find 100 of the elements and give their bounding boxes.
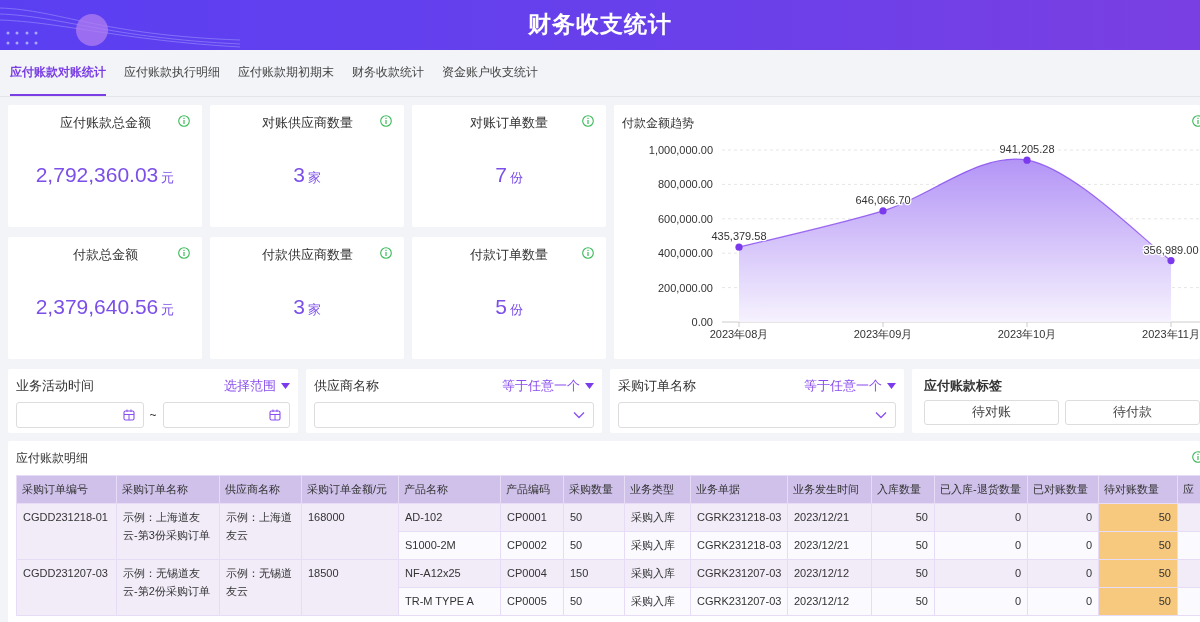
table-cell: 150 xyxy=(563,559,625,588)
date-field[interactable] xyxy=(16,401,144,428)
tab[interactable]: 应付账款对账统计 xyxy=(10,50,106,96)
range-separator: ~ xyxy=(149,406,157,424)
info-icon[interactable] xyxy=(582,247,594,259)
tab[interactable]: 财务收款统计 xyxy=(352,50,424,96)
filter-label: 供应商名称 xyxy=(314,378,379,395)
unit-label: 元 xyxy=(161,301,175,317)
table-cell: 采购入库 xyxy=(624,531,691,560)
table-cell: 50 xyxy=(1098,531,1178,560)
tag-button[interactable]: 待付款 xyxy=(1065,399,1200,425)
table-cell: 0 xyxy=(1027,531,1099,560)
table-cell: 50 xyxy=(1098,587,1178,616)
date-field[interactable] xyxy=(162,401,290,428)
stat-label: 付款供应商数量 xyxy=(261,247,353,264)
tab[interactable]: 应付账款期初期末 xyxy=(238,50,334,96)
data-point xyxy=(879,207,887,215)
axis-label: 400,000.00 xyxy=(657,247,713,260)
filter-label: 采购订单名称 xyxy=(618,378,696,395)
stat-label: 付款总金额 xyxy=(72,247,138,264)
column-header: 已对账数量 xyxy=(1027,475,1099,504)
table-cell: 50 xyxy=(563,503,625,532)
chevron-down-icon[interactable] xyxy=(573,410,585,419)
unit-label: 家 xyxy=(307,301,321,317)
table-cell: 2023/12/21 xyxy=(787,503,872,532)
table-cell: 0 xyxy=(1027,587,1099,616)
table-cell: CP0004 xyxy=(500,559,564,588)
mode-link[interactable]: 选择范围 xyxy=(224,377,276,396)
axis-label: 2023年08月 xyxy=(709,328,769,340)
info-icon[interactable] xyxy=(380,247,392,259)
caret-icon[interactable] xyxy=(281,383,290,390)
table-cell: 50 xyxy=(871,559,935,588)
table-cell: 0 xyxy=(934,531,1028,560)
table-cell: AD-102 xyxy=(398,503,501,532)
table-cell: CGRK231218-03 xyxy=(690,503,788,532)
stat-value: 3 xyxy=(293,162,305,186)
filter-label: 业务活动时间 xyxy=(16,378,94,395)
mode-link[interactable]: 等于任意一个 xyxy=(502,377,580,396)
stat-label: 应付账款总金额 xyxy=(59,115,151,132)
chevron-down-icon[interactable] xyxy=(875,410,887,419)
column-header: 采购数量 xyxy=(563,475,625,504)
select-field[interactable] xyxy=(314,401,594,428)
table-cell: CGDD231218-01 xyxy=(16,503,117,560)
column-header: 产品编码 xyxy=(500,475,564,504)
data-label: 941,205.28 xyxy=(999,143,1055,156)
column-header: 待对账数量 xyxy=(1098,475,1178,504)
info-icon[interactable] xyxy=(380,115,392,127)
table-cell: CGRK231218-03 xyxy=(690,531,788,560)
table-cell: 示例：上海道友云-第3份采购订单 xyxy=(116,503,220,560)
unit-label: 元 xyxy=(161,169,175,185)
table-cell: 示例：无锡道友云 xyxy=(219,559,302,616)
info-icon[interactable] xyxy=(178,247,190,259)
info-icon[interactable] xyxy=(178,115,190,127)
mode-link[interactable]: 等于任意一个 xyxy=(804,377,882,396)
axis-label: 2023年09月 xyxy=(853,328,913,340)
tab[interactable]: 资金账户收支统计 xyxy=(442,50,538,96)
table-cell: 2023/12/12 xyxy=(787,587,872,616)
axis-label: 600,000.00 xyxy=(657,212,713,225)
stat-value: 2,379,640.56 xyxy=(35,294,159,318)
unit-label: 份 xyxy=(509,169,523,185)
data-point xyxy=(1167,257,1175,265)
page-title: 财务收支统计 xyxy=(528,11,672,39)
stat-value: 7 xyxy=(495,162,507,186)
calendar-icon[interactable] xyxy=(122,408,135,421)
table-cell: NF-A12x25 xyxy=(398,559,501,588)
table-cell: S1000-2M xyxy=(398,531,501,560)
select-field[interactable] xyxy=(618,401,896,428)
table-cell: 0 xyxy=(1027,559,1099,588)
table-cell: CGRK231207-03 xyxy=(690,559,788,588)
table-cell: 0 xyxy=(934,587,1028,616)
table-title: 应付账款明细 xyxy=(16,450,88,467)
axis-label: 200,000.00 xyxy=(657,281,713,294)
table-cell: 50 xyxy=(563,531,625,560)
tab[interactable]: 应付账款执行明细 xyxy=(124,50,220,96)
table-cell: 50 xyxy=(1098,559,1178,588)
column-header: 入库数量 xyxy=(871,475,935,504)
axis-label: 2023年10月 xyxy=(997,328,1057,340)
caret-icon[interactable] xyxy=(887,383,896,390)
stat-label: 对账订单数量 xyxy=(470,115,548,132)
column-header: 采购订单名称 xyxy=(116,475,220,504)
unit-label: 家 xyxy=(307,169,321,185)
table-cell: CP0005 xyxy=(500,587,564,616)
table-cell: 0 xyxy=(934,503,1028,532)
axis-label: 800,000.00 xyxy=(657,178,713,191)
calendar-icon[interactable] xyxy=(269,408,281,421)
info-icon[interactable] xyxy=(582,115,594,127)
table-cell: TR-M TYPE A xyxy=(398,587,501,616)
table-cell: CGRK231207-03 xyxy=(690,587,788,616)
tag-button[interactable]: 待对账 xyxy=(924,399,1059,425)
table-cell: 示例：上海道友云 xyxy=(219,503,302,560)
column-header: 产品名称 xyxy=(398,475,501,504)
table-cell: 50 xyxy=(871,531,935,560)
stat-label: 对账供应商数量 xyxy=(261,115,353,132)
stat-value: 3 xyxy=(293,294,305,318)
caret-icon[interactable] xyxy=(585,383,594,390)
column-header: 应 xyxy=(1177,475,1200,504)
table-cell: CP0002 xyxy=(500,531,564,560)
table-cell: 168000 xyxy=(301,503,399,560)
table-cell: 0 xyxy=(934,559,1028,588)
table-cell: 2023/12/12 xyxy=(787,559,872,588)
